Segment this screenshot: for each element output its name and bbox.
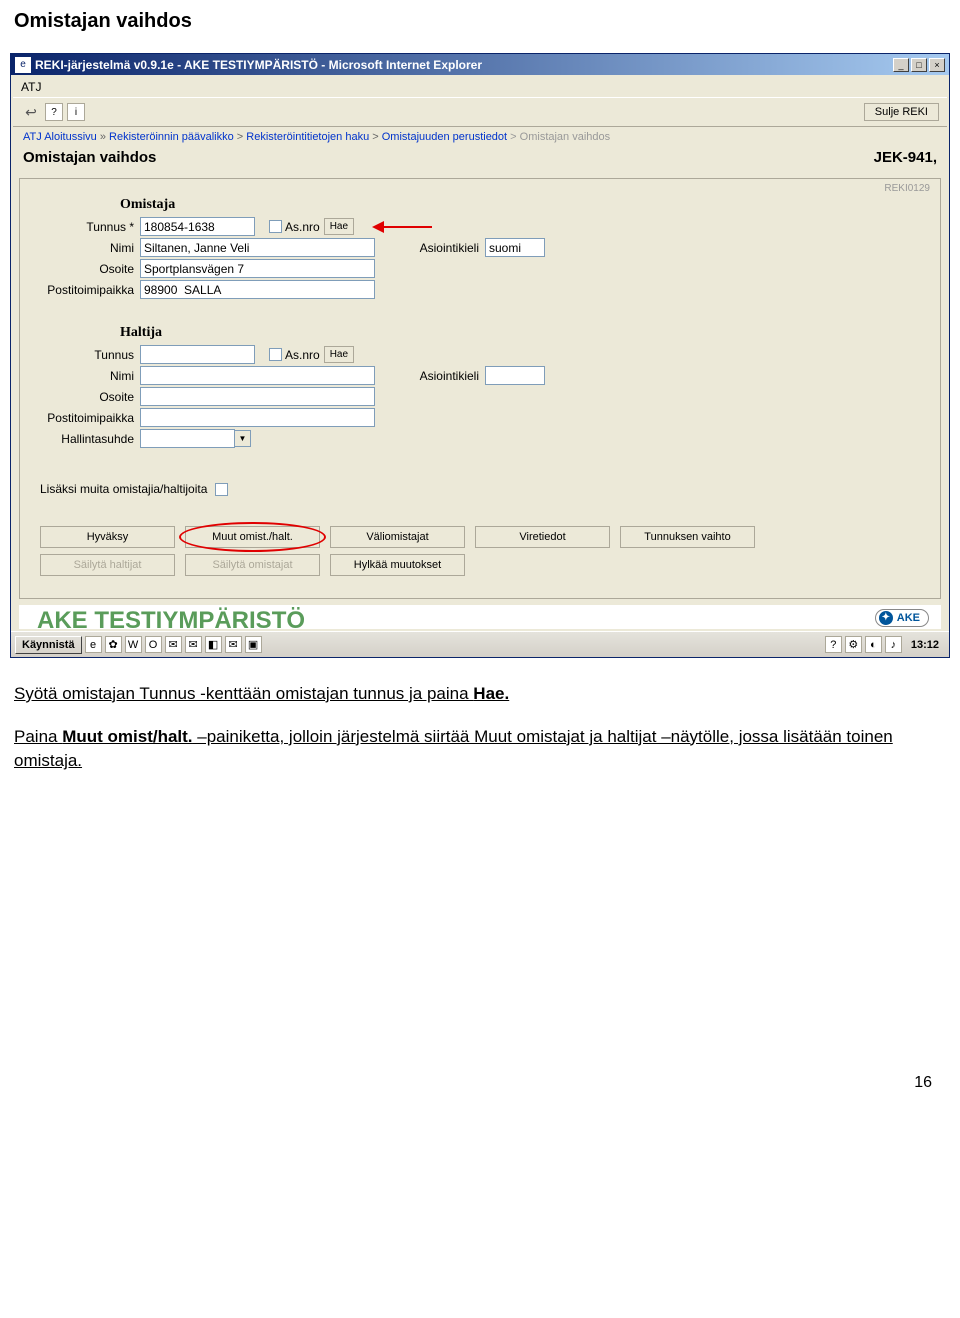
- omistaja-osoite-field[interactable]: [140, 259, 375, 278]
- annotation-arrow-icon: [372, 221, 432, 233]
- page-title: Omistajan vaihdos: [23, 149, 156, 166]
- label-kieli: Asiointikieli: [395, 241, 485, 255]
- tray-icon-2[interactable]: ⚙: [845, 636, 862, 653]
- label-h-tunnus: Tunnus: [30, 348, 140, 362]
- label-asnro: As.nro: [285, 220, 320, 234]
- omistaja-asnro-checkbox[interactable]: [269, 220, 282, 233]
- instruction-text: Syötä omistajan Tunnus -kenttään omistaj…: [14, 682, 946, 774]
- toolbar: ↩ ? i Sulje REKI: [13, 97, 947, 127]
- haltija-nimi-field[interactable]: [140, 366, 375, 385]
- window-title: REKI-järjestelmä v0.9.1e - AKE TESTIYMPÄ…: [35, 58, 893, 72]
- label-posti: Postitoimipaikka: [30, 283, 140, 297]
- breadcrumb-seg2[interactable]: Rekisteröinnin päävalikko: [109, 131, 234, 143]
- annotation-oval: Muut omist./halt.: [185, 526, 320, 548]
- breadcrumb-seg1[interactable]: ATJ Aloitussivu: [23, 131, 97, 143]
- taskbar-clock: 13:12: [905, 639, 945, 651]
- sulje-reki-button[interactable]: Sulje REKI: [864, 103, 939, 121]
- document-heading: Omistajan vaihdos: [14, 10, 950, 33]
- ake-logo-icon: ✦: [879, 611, 893, 625]
- haltija-kieli-field[interactable]: [485, 366, 545, 385]
- menubar-atj[interactable]: ATJ: [13, 77, 947, 97]
- taskbar-note-icon[interactable]: ◧: [205, 636, 222, 653]
- label-nimi: Nimi: [30, 241, 140, 255]
- start-button[interactable]: Käynnistä: [15, 636, 82, 654]
- omistaja-kieli-field[interactable]: [485, 238, 545, 257]
- label-h-kieli: Asiointikieli: [395, 369, 485, 383]
- label-hallinta: Hallintasuhde: [30, 432, 140, 446]
- taskbar-app-icon[interactable]: ✿: [105, 636, 122, 653]
- breadcrumb-seg4[interactable]: Omistajuuden perustiedot: [382, 131, 507, 143]
- ie-icon: e: [15, 57, 31, 73]
- lisaksi-checkbox[interactable]: [215, 483, 228, 496]
- viretiedot-button[interactable]: Viretiedot: [475, 526, 610, 548]
- breadcrumb: ATJ Aloitussivu » Rekisteröinnin päävali…: [13, 127, 947, 147]
- page-number: 16: [10, 1074, 932, 1092]
- taskbar-word-icon[interactable]: W: [125, 636, 142, 653]
- hyvaksy-button[interactable]: Hyväksy: [40, 526, 175, 548]
- haltija-asnro-checkbox[interactable]: [269, 348, 282, 361]
- taskbar-misc-icon[interactable]: ▣: [245, 636, 262, 653]
- sailyta-omistajat-button: Säilytä omistajat: [185, 554, 320, 576]
- taskbar-mail-icon[interactable]: ✉: [165, 636, 182, 653]
- panel-code: REKI0129: [884, 183, 930, 194]
- tray-icon-1[interactable]: ?: [825, 636, 842, 653]
- license-plate: JEK-941,: [874, 149, 937, 166]
- info-icon[interactable]: i: [67, 103, 85, 121]
- minimize-button[interactable]: _: [893, 58, 909, 72]
- hylkaa-muutokset-button[interactable]: Hylkää muutokset: [330, 554, 465, 576]
- window-titlebar: e REKI-järjestelmä v0.9.1e - AKE TESTIYM…: [11, 54, 949, 75]
- tray-icon-3[interactable]: ◐: [865, 636, 882, 653]
- label-lisaksi: Lisäksi muita omistajia/haltijoita: [40, 482, 207, 496]
- haltija-tunnus-field[interactable]: [140, 345, 255, 364]
- form-panel: REKI0129 Omistaja Tunnus * As.nro Hae Ni…: [19, 178, 941, 599]
- browser-window: e REKI-järjestelmä v0.9.1e - AKE TESTIYM…: [10, 53, 950, 658]
- valiomistajat-button[interactable]: Väliomistajat: [330, 526, 465, 548]
- taskbar-mail3-icon[interactable]: ✉: [225, 636, 242, 653]
- breadcrumb-seg5: Omistajan vaihdos: [520, 131, 611, 143]
- haltija-hae-button[interactable]: Hae: [324, 346, 354, 363]
- taskbar: Käynnistä e ✿ W O ✉ ✉ ◧ ✉ ▣ ? ⚙ ◐ ♪ 13:1…: [11, 631, 949, 657]
- label-h-posti: Postitoimipaikka: [30, 411, 140, 425]
- label-tunnus: Tunnus *: [30, 220, 140, 234]
- label-osoite: Osoite: [30, 262, 140, 276]
- help-icon[interactable]: ?: [45, 103, 63, 121]
- maximize-button[interactable]: □: [911, 58, 927, 72]
- section-haltija: Haltija: [120, 325, 930, 341]
- tray-icon-4[interactable]: ♪: [885, 636, 902, 653]
- label-h-asnro: As.nro: [285, 348, 320, 362]
- omistaja-posti-field[interactable]: [140, 280, 375, 299]
- omistaja-tunnus-field[interactable]: [140, 217, 255, 236]
- taskbar-mail2-icon[interactable]: ✉: [185, 636, 202, 653]
- omistaja-hae-button[interactable]: Hae: [324, 218, 354, 235]
- close-button[interactable]: ×: [929, 58, 945, 72]
- haltija-osoite-field[interactable]: [140, 387, 375, 406]
- hallintasuhde-field[interactable]: [140, 429, 235, 448]
- taskbar-outlook-icon[interactable]: O: [145, 636, 162, 653]
- back-icon[interactable]: ↩: [21, 102, 41, 122]
- label-h-nimi: Nimi: [30, 369, 140, 383]
- sailyta-haltijat-button: Säilytä haltijat: [40, 554, 175, 576]
- tunnuksen-vaihto-button[interactable]: Tunnuksen vaihto: [620, 526, 755, 548]
- haltija-posti-field[interactable]: [140, 408, 375, 427]
- ake-logo: ✦ AKE: [875, 609, 929, 627]
- breadcrumb-seg3[interactable]: Rekisteröintitietojen haku: [246, 131, 369, 143]
- omistaja-nimi-field[interactable]: [140, 238, 375, 257]
- watermark-text: AKE TESTIYMPÄRISTÖ: [19, 605, 941, 629]
- label-h-osoite: Osoite: [30, 390, 140, 404]
- section-omistaja: Omistaja: [120, 197, 930, 213]
- muut-omist-halt-button[interactable]: Muut omist./halt.: [185, 526, 320, 548]
- taskbar-ie-icon[interactable]: e: [85, 636, 102, 653]
- hallintasuhde-dropdown-icon[interactable]: ▼: [235, 430, 251, 447]
